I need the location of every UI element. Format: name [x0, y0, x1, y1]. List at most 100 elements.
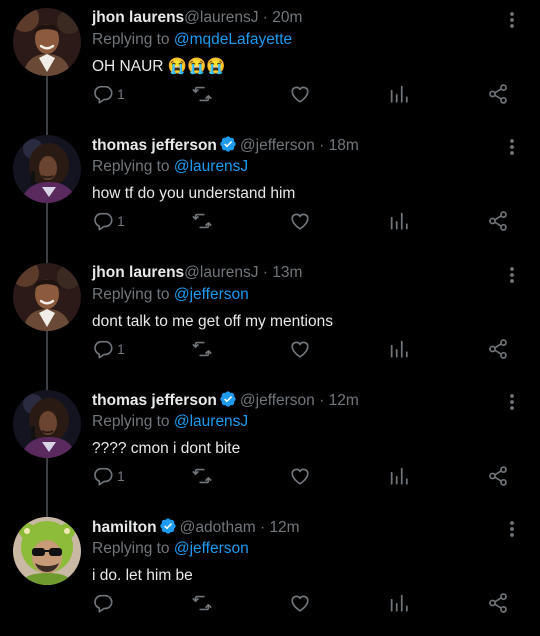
- tweet-body: how tf do you understand him: [92, 185, 296, 202]
- tweet[interactable]: jhon laurens@laurensJ · 13m Replying to …: [0, 255, 540, 383]
- mention-link[interactable]: @jefferson: [174, 540, 249, 557]
- retweet-button[interactable]: [190, 591, 214, 615]
- like-button[interactable]: [289, 337, 311, 361]
- tweet-body: ???? cmon i dont bite: [92, 440, 241, 457]
- analytics-icon: [388, 83, 410, 105]
- tweet-body: i do. let him be: [92, 567, 193, 584]
- reply-icon: [92, 210, 114, 232]
- tweet-body: dont talk to me get off my mentions: [92, 313, 333, 330]
- user-handle[interactable]: @adotham: [180, 519, 256, 536]
- more-icon[interactable]: [506, 393, 518, 411]
- retweet-button[interactable]: [190, 337, 214, 361]
- like-icon: [289, 465, 311, 487]
- user-handle[interactable]: @jefferson: [240, 137, 315, 154]
- like-icon: [289, 338, 311, 360]
- retweet-button[interactable]: [190, 464, 214, 488]
- like-button[interactable]: [289, 591, 311, 615]
- timestamp[interactable]: 12m: [329, 392, 359, 409]
- like-button[interactable]: [289, 464, 311, 488]
- timestamp[interactable]: 18m: [329, 137, 359, 154]
- retweet-icon: [190, 83, 214, 105]
- user-handle[interactable]: @laurensJ: [184, 9, 258, 26]
- tweet[interactable]: hamilton @adotham · 12m Replying to @jeff…: [0, 509, 540, 636]
- more-icon[interactable]: [506, 266, 518, 284]
- analytics-button[interactable]: [388, 209, 410, 233]
- share-button[interactable]: [487, 209, 509, 233]
- reply-count: 1: [117, 468, 125, 484]
- like-button[interactable]: [289, 209, 311, 233]
- tweet-header: thomas jefferson @jefferson · 18m: [92, 135, 359, 159]
- share-icon: [487, 465, 509, 487]
- reply-count: 1: [117, 341, 125, 357]
- analytics-button[interactable]: [388, 337, 410, 361]
- tweet-actions: 1: [0, 209, 540, 233]
- thread-connector-line: [46, 127, 48, 135]
- tweet-actions: 1: [0, 337, 540, 361]
- separator-dot: ·: [314, 392, 329, 409]
- analytics-button[interactable]: [388, 464, 410, 488]
- reply-icon: [92, 83, 114, 105]
- replying-to: Replying to @jefferson: [92, 285, 249, 305]
- user-handle[interactable]: @laurensJ: [184, 264, 258, 281]
- display-name[interactable]: thomas jefferson: [92, 137, 217, 154]
- reply-button[interactable]: 1: [92, 82, 125, 106]
- share-button[interactable]: [487, 591, 509, 615]
- display-name[interactable]: jhon laurens: [92, 264, 184, 281]
- tweet[interactable]: thomas jefferson @jefferson · 18m Replyin…: [0, 127, 540, 255]
- timestamp[interactable]: 12m: [269, 519, 299, 536]
- replying-to-label: Replying to: [92, 31, 170, 48]
- avatar[interactable]: [13, 135, 81, 203]
- tweet[interactable]: thomas jefferson @jefferson · 12m Replyin…: [0, 382, 540, 510]
- avatar[interactable]: [13, 390, 81, 458]
- reply-button[interactable]: 1: [92, 209, 125, 233]
- replying-to-label: Replying to: [92, 286, 170, 303]
- like-icon: [289, 592, 311, 614]
- separator-dot: ·: [314, 137, 329, 154]
- retweet-button[interactable]: [190, 82, 214, 106]
- mention-link[interactable]: @laurensJ: [174, 158, 248, 175]
- retweet-icon: [190, 338, 214, 360]
- reply-button[interactable]: 1: [92, 337, 125, 361]
- more-icon[interactable]: [506, 520, 518, 538]
- tweet-text: OH NAUR 😭😭😭: [92, 57, 226, 77]
- timestamp[interactable]: 20m: [272, 9, 302, 26]
- more-icon[interactable]: [506, 11, 518, 29]
- mention-link[interactable]: @jefferson: [174, 286, 249, 303]
- analytics-icon: [388, 210, 410, 232]
- share-button[interactable]: [487, 464, 509, 488]
- retweet-button[interactable]: [190, 209, 214, 233]
- mention-link[interactable]: @mqdeLafayette: [174, 31, 292, 48]
- verified-icon: [219, 390, 237, 414]
- analytics-button[interactable]: [388, 591, 410, 615]
- tweet-text: i do. let him be: [92, 566, 193, 586]
- avatar[interactable]: [13, 8, 81, 76]
- tweet-header: jhon laurens@laurensJ · 13m: [92, 263, 302, 283]
- share-button[interactable]: [487, 82, 509, 106]
- like-button[interactable]: [289, 82, 311, 106]
- display-name[interactable]: thomas jefferson: [92, 392, 217, 409]
- thread-connector-line: [46, 382, 48, 390]
- reply-button[interactable]: [92, 591, 117, 615]
- share-button[interactable]: [487, 337, 509, 361]
- like-icon: [289, 210, 311, 232]
- tweet[interactable]: jhon laurens@laurensJ · 20m Replying to …: [0, 0, 540, 128]
- analytics-icon: [388, 338, 410, 360]
- mention-link[interactable]: @laurensJ: [174, 413, 248, 430]
- replying-to: Replying to @laurensJ: [92, 157, 248, 177]
- analytics-button[interactable]: [388, 82, 410, 106]
- tweet-text: ???? cmon i dont bite: [92, 439, 240, 459]
- avatar[interactable]: [13, 517, 81, 585]
- retweet-icon: [190, 210, 214, 232]
- reply-icon: [92, 465, 114, 487]
- display-name[interactable]: hamilton: [92, 519, 157, 536]
- timestamp[interactable]: 13m: [272, 264, 302, 281]
- share-icon: [487, 592, 509, 614]
- share-icon: [487, 338, 509, 360]
- user-handle[interactable]: @jefferson: [240, 392, 315, 409]
- reply-count: 1: [117, 86, 125, 102]
- reply-button[interactable]: 1: [92, 464, 125, 488]
- avatar[interactable]: [13, 263, 81, 331]
- display-name[interactable]: jhon laurens: [92, 9, 184, 26]
- more-icon[interactable]: [506, 138, 518, 156]
- like-icon: [289, 83, 311, 105]
